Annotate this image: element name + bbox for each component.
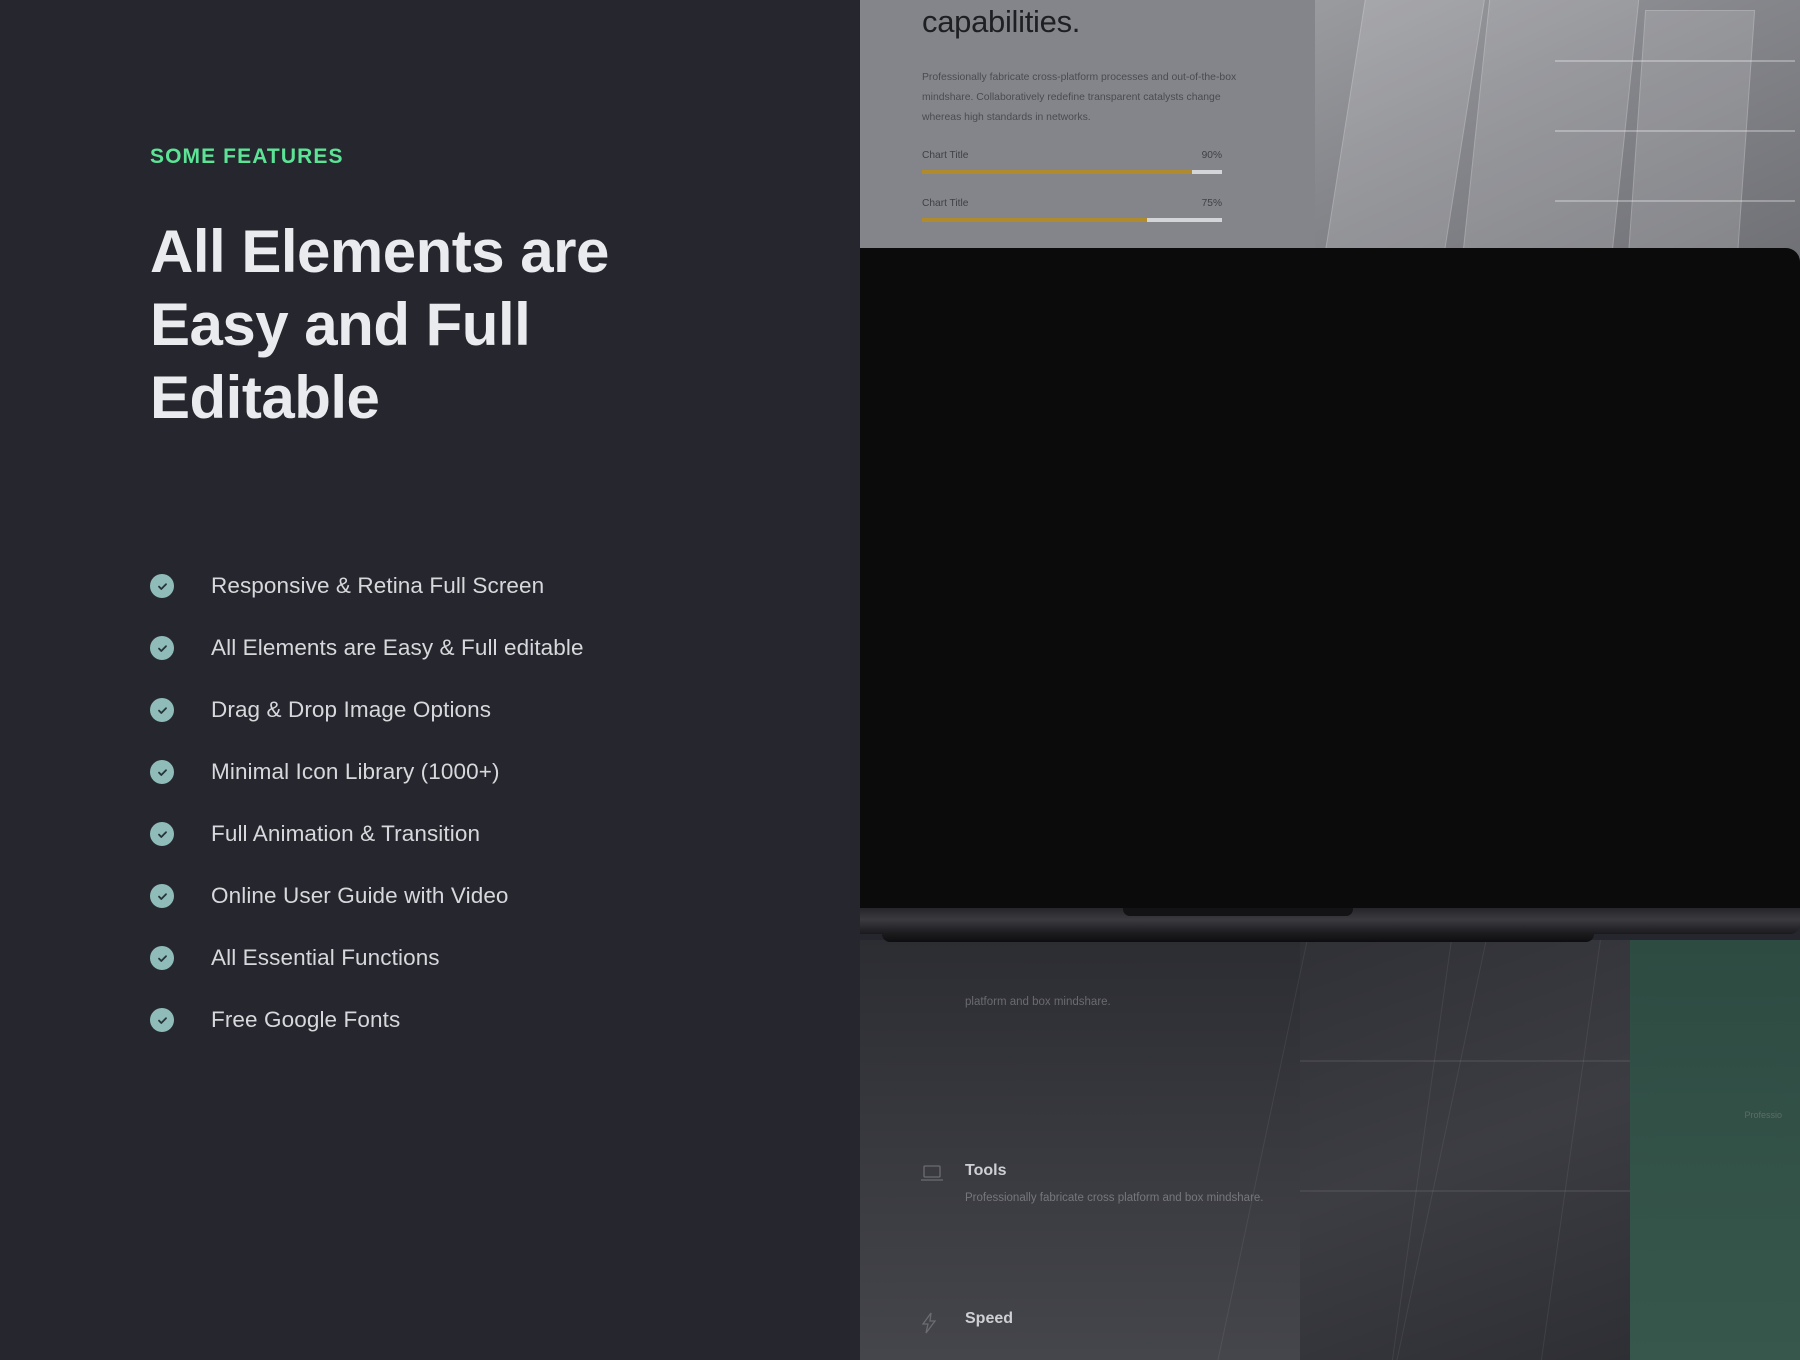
list-item: All Elements are Easy & Full editable (150, 617, 770, 679)
feature-label: Online User Guide with Video (211, 883, 509, 908)
background-bottom-faint-text: platform and box mindshare. (965, 996, 1111, 1008)
list-item: Online User Guide with Video (150, 865, 770, 927)
page-title: All Elements are Easy and Full Editable (150, 218, 609, 432)
bar-label: Chart Title (922, 150, 969, 161)
laptop-icon (920, 1164, 944, 1187)
background-top-bar-1: Chart Title 90% (922, 150, 1222, 174)
background-top-bar-2: Chart Title 75% (922, 198, 1222, 222)
background-slide-top: capabilities. Professionally fabricate c… (860, 0, 1800, 270)
background-bottom-item-tools: Tools Professionally fabricate cross pla… (921, 1162, 1264, 1209)
bar-value: 90% (1201, 150, 1222, 161)
bar-track (922, 170, 1222, 174)
list-item: Responsive & Retina Full Screen (150, 555, 770, 617)
laptop-base-foot (882, 934, 1594, 942)
list-item: Drag & Drop Image Options (150, 679, 770, 741)
list-item: All Essential Functions (150, 927, 770, 989)
left-content-panel: SOME FEATURES All Elements are Easy and … (0, 0, 860, 1360)
bar-label: Chart Title (922, 198, 969, 209)
background-bottom-side-text: Professio (1744, 1110, 1782, 1120)
feature-label: Responsive & Retina Full Screen (211, 573, 545, 598)
background-top-heading: capabilities. (922, 4, 1081, 39)
laptop-lid (790, 248, 1800, 908)
background-bottom-item-desc: Professionally fabricate cross platform … (965, 1192, 1264, 1204)
background-top-photo (1315, 0, 1800, 270)
background-slide-bottom: Professio platform and box mindshare. To… (860, 940, 1800, 1360)
check-circle-icon (150, 822, 174, 846)
list-item: Minimal Icon Library (1000+) (150, 741, 770, 803)
bar-track (922, 218, 1222, 222)
background-bottom-item-title: Tools (965, 1162, 1007, 1179)
list-item: Free Google Fonts (150, 989, 770, 1051)
feature-label: All Elements are Easy & Full editable (211, 635, 584, 660)
check-circle-icon (150, 636, 174, 660)
check-circle-icon (150, 884, 174, 908)
list-item: Full Animation & Transition (150, 803, 770, 865)
feature-label: Minimal Icon Library (1000+) (211, 759, 500, 784)
check-circle-icon (150, 574, 174, 598)
feature-list: Responsive & Retina Full Screen All Elem… (150, 555, 770, 1051)
feature-label: Free Google Fonts (211, 1007, 401, 1032)
section-eyebrow: SOME FEATURES (150, 145, 344, 168)
check-circle-icon (150, 946, 174, 970)
check-circle-icon (150, 1008, 174, 1032)
check-circle-icon (150, 698, 174, 722)
feature-label: All Essential Functions (211, 945, 440, 970)
check-circle-icon (150, 760, 174, 784)
background-bottom-right-panel: Professio (1630, 940, 1800, 1360)
background-bottom-item-title: Speed (965, 1310, 1014, 1327)
bar-value: 75% (1201, 198, 1222, 209)
feature-label: Full Animation & Transition (211, 821, 481, 846)
background-bottom-mid-panel (1206, 940, 1640, 1360)
background-top-left-panel (860, 0, 1315, 270)
feature-label: Drag & Drop Image Options (211, 697, 492, 722)
background-top-body: Professionally fabricate cross-platform … (922, 72, 1237, 123)
background-bottom-item-speed: Speed (921, 1310, 1014, 1334)
lightning-icon (920, 1312, 938, 1339)
